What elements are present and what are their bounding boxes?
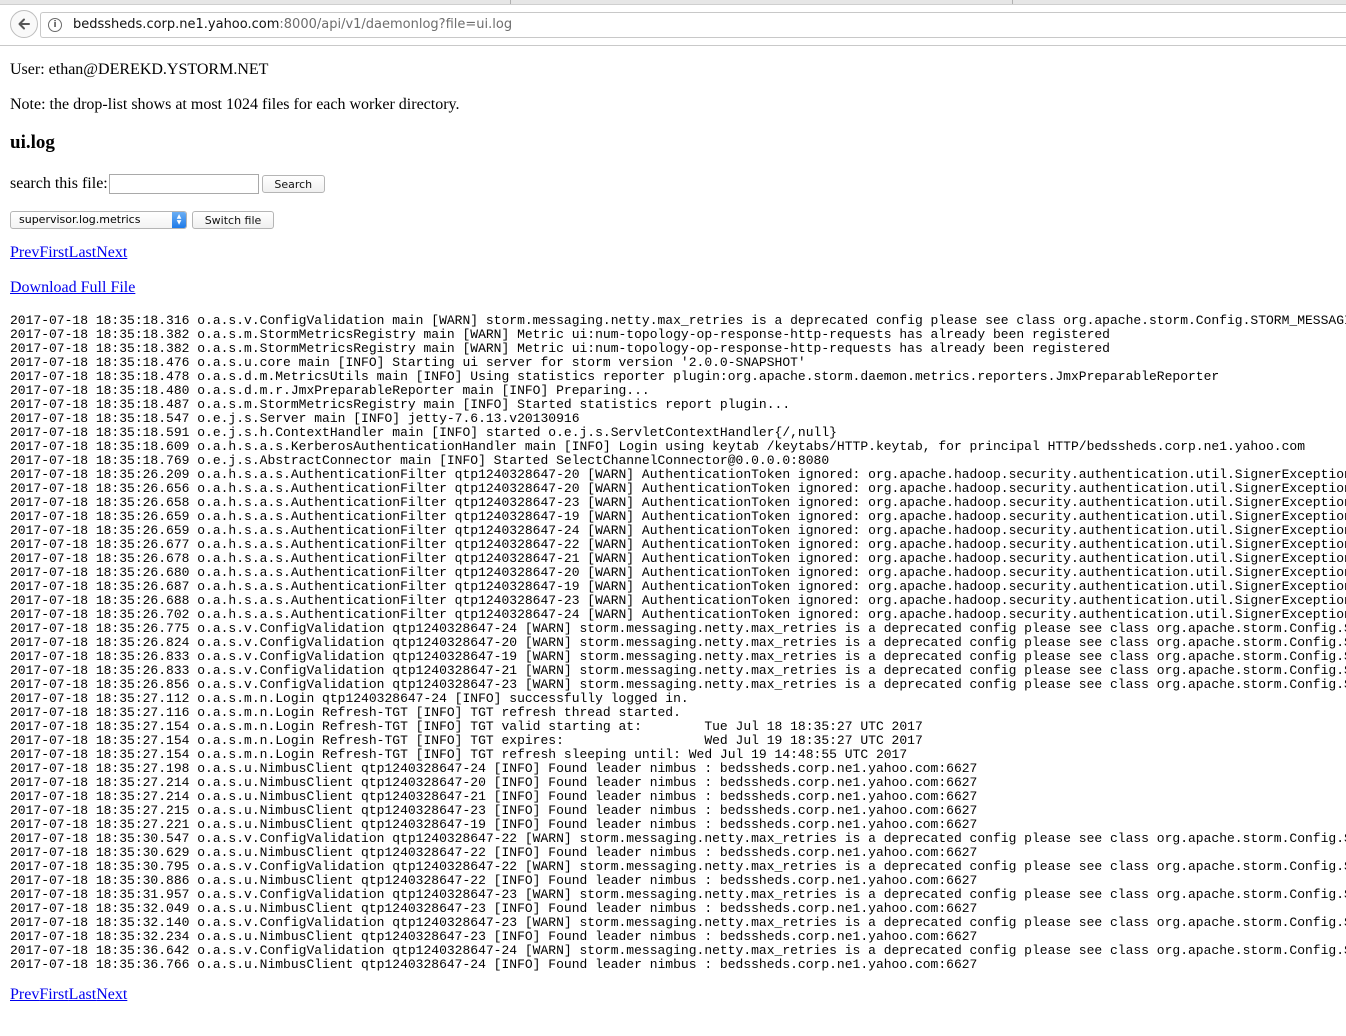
download-full-file-link[interactable]: Download Full File <box>10 279 135 296</box>
search-input[interactable] <box>108 174 259 194</box>
log-line: 2017-07-18 18:35:32.234 o.a.s.u.NimbusCl… <box>10 929 978 944</box>
log-line: 2017-07-18 18:35:27.154 o.a.s.m.n.Login … <box>10 719 923 734</box>
log-line: 2017-07-18 18:35:26.677 o.a.h.s.a.s.Auth… <box>10 537 1346 552</box>
pager-top: PrevFirstLastNext <box>10 244 127 262</box>
log-line: 2017-07-18 18:35:26.659 o.a.h.s.a.s.Auth… <box>10 523 1346 538</box>
log-line: 2017-07-18 18:35:27.215 o.a.s.u.NimbusCl… <box>10 803 978 818</box>
log-line: 2017-07-18 18:35:18.476 o.a.s.u.core mai… <box>10 355 806 370</box>
next-link[interactable]: Next <box>96 986 127 1003</box>
log-line: 2017-07-18 18:35:18.382 o.a.s.m.StormMet… <box>10 327 1110 342</box>
log-line: 2017-07-18 18:35:26.687 o.a.h.s.a.s.Auth… <box>10 579 1346 594</box>
log-line: 2017-07-18 18:35:30.886 o.a.s.u.NimbusCl… <box>10 873 978 888</box>
pager-bottom: PrevFirstLastNext <box>10 986 127 1004</box>
log-line: 2017-07-18 18:35:26.656 o.a.h.s.a.s.Auth… <box>10 481 1346 496</box>
address-bar[interactable]: i bedssheds.corp.ne1.yahoo.com:8000/api/… <box>40 12 1346 38</box>
switch-file-button[interactable]: Switch file <box>192 211 274 229</box>
log-line: 2017-07-18 18:35:26.659 o.a.h.s.a.s.Auth… <box>10 509 1346 524</box>
log-line: 2017-07-18 18:35:27.221 o.a.s.u.NimbusCl… <box>10 817 978 832</box>
page-title: ui.log <box>10 132 55 153</box>
log-line: 2017-07-18 18:35:30.795 o.a.s.v.ConfigVa… <box>10 859 1346 874</box>
user-line: User: ethan@DEREKD.YSTORM.NET <box>10 61 269 78</box>
log-line: 2017-07-18 18:35:26.680 o.a.h.s.a.s.Auth… <box>10 565 1346 580</box>
log-line: 2017-07-18 18:35:30.629 o.a.s.u.NimbusCl… <box>10 845 978 860</box>
log-line: 2017-07-18 18:35:26.688 o.a.h.s.a.s.Auth… <box>10 593 1346 608</box>
log-line: 2017-07-18 18:35:30.547 o.a.s.v.ConfigVa… <box>10 831 1346 846</box>
log-line: 2017-07-18 18:35:36.766 o.a.s.u.NimbusCl… <box>10 957 978 972</box>
back-arrow-icon <box>18 18 30 30</box>
download-row: Download Full File <box>10 279 135 297</box>
file-select[interactable]: supervisor.log.metrics ▲ ▼ <box>10 211 187 229</box>
info-icon[interactable]: i <box>48 18 62 32</box>
back-button[interactable] <box>10 10 38 38</box>
log-line: 2017-07-18 18:35:18.487 o.a.s.m.StormMet… <box>10 397 791 412</box>
log-line: 2017-07-18 18:35:18.480 o.a.s.d.m.r.JmxP… <box>10 383 650 398</box>
log-line: 2017-07-18 18:35:26.702 o.a.h.s.a.s.Auth… <box>10 607 1346 622</box>
last-link[interactable]: Last <box>69 244 97 261</box>
log-line: 2017-07-18 18:35:18.609 o.a.h.s.a.s.Kerb… <box>10 439 1306 454</box>
log-line: 2017-07-18 18:35:18.316 o.a.s.v.ConfigVa… <box>10 314 1346 328</box>
log-line: 2017-07-18 18:35:18.382 o.a.s.m.StormMet… <box>10 341 1110 356</box>
log-line: 2017-07-18 18:35:26.833 o.a.s.v.ConfigVa… <box>10 663 1346 678</box>
file-select-value: supervisor.log.metrics <box>19 213 141 226</box>
log-line: 2017-07-18 18:35:18.478 o.a.s.d.m.Metric… <box>10 369 1220 384</box>
log-line: 2017-07-18 18:35:26.678 o.a.h.s.a.s.Auth… <box>10 551 1346 566</box>
log-line: 2017-07-18 18:35:36.642 o.a.s.v.ConfigVa… <box>10 943 1346 958</box>
log-line: 2017-07-18 18:35:27.198 o.a.s.u.NimbusCl… <box>10 761 978 776</box>
select-arrows-icon: ▲ ▼ <box>172 212 186 228</box>
browser-toolbar: i bedssheds.corp.ne1.yahoo.com:8000/api/… <box>0 0 1346 46</box>
search-label: search this file: <box>10 175 108 192</box>
search-button[interactable]: Search <box>261 175 325 193</box>
note-text: Note: the drop-list shows at most 1024 f… <box>10 96 460 113</box>
log-line: 2017-07-18 18:35:32.049 o.a.s.u.NimbusCl… <box>10 901 978 916</box>
switch-file-form: supervisor.log.metrics ▲ ▼ Switch file <box>10 210 274 230</box>
log-line: 2017-07-18 18:35:27.112 o.a.s.m.n.Login … <box>10 691 689 706</box>
tab-strip <box>0 0 1346 5</box>
log-line: 2017-07-18 18:35:27.154 o.a.s.m.n.Login … <box>10 733 923 748</box>
last-link[interactable]: Last <box>69 986 97 1003</box>
log-line: 2017-07-18 18:35:18.591 o.e.j.s.h.Contex… <box>10 425 837 440</box>
log-line: 2017-07-18 18:35:27.214 o.a.s.u.NimbusCl… <box>10 775 978 790</box>
prev-link[interactable]: Prev <box>10 244 39 261</box>
prev-link[interactable]: Prev <box>10 986 39 1003</box>
first-link[interactable]: First <box>39 244 68 261</box>
log-line: 2017-07-18 18:35:31.957 o.a.s.v.ConfigVa… <box>10 887 1346 902</box>
log-line: 2017-07-18 18:35:18.547 o.e.j.s.Server m… <box>10 411 580 426</box>
log-line: 2017-07-18 18:35:26.209 o.a.h.s.a.s.Auth… <box>10 467 1346 482</box>
log-line: 2017-07-18 18:35:26.658 o.a.h.s.a.s.Auth… <box>10 495 1346 510</box>
log-line: 2017-07-18 18:35:27.214 o.a.s.u.NimbusCl… <box>10 789 978 804</box>
first-link[interactable]: First <box>39 986 68 1003</box>
log-line: 2017-07-18 18:35:27.116 o.a.s.m.n.Login … <box>10 705 681 720</box>
log-line: 2017-07-18 18:35:26.833 o.a.s.v.ConfigVa… <box>10 649 1346 664</box>
next-link[interactable]: Next <box>96 244 127 261</box>
log-line: 2017-07-18 18:35:18.769 o.e.j.s.Abstract… <box>10 453 830 468</box>
log-line: 2017-07-18 18:35:32.140 o.a.s.v.ConfigVa… <box>10 915 1346 930</box>
search-form: search this file: Search <box>10 172 325 196</box>
log-output: 2017-07-18 18:35:18.316 o.a.s.v.ConfigVa… <box>10 314 1346 972</box>
url-text: bedssheds.corp.ne1.yahoo.com:8000/api/v1… <box>73 17 513 32</box>
log-line: 2017-07-18 18:35:27.154 o.a.s.m.n.Login … <box>10 747 908 762</box>
log-line: 2017-07-18 18:35:26.775 o.a.s.v.ConfigVa… <box>10 621 1346 636</box>
log-line: 2017-07-18 18:35:26.824 o.a.s.v.ConfigVa… <box>10 635 1346 650</box>
log-line: 2017-07-18 18:35:26.856 o.a.s.v.ConfigVa… <box>10 677 1346 692</box>
